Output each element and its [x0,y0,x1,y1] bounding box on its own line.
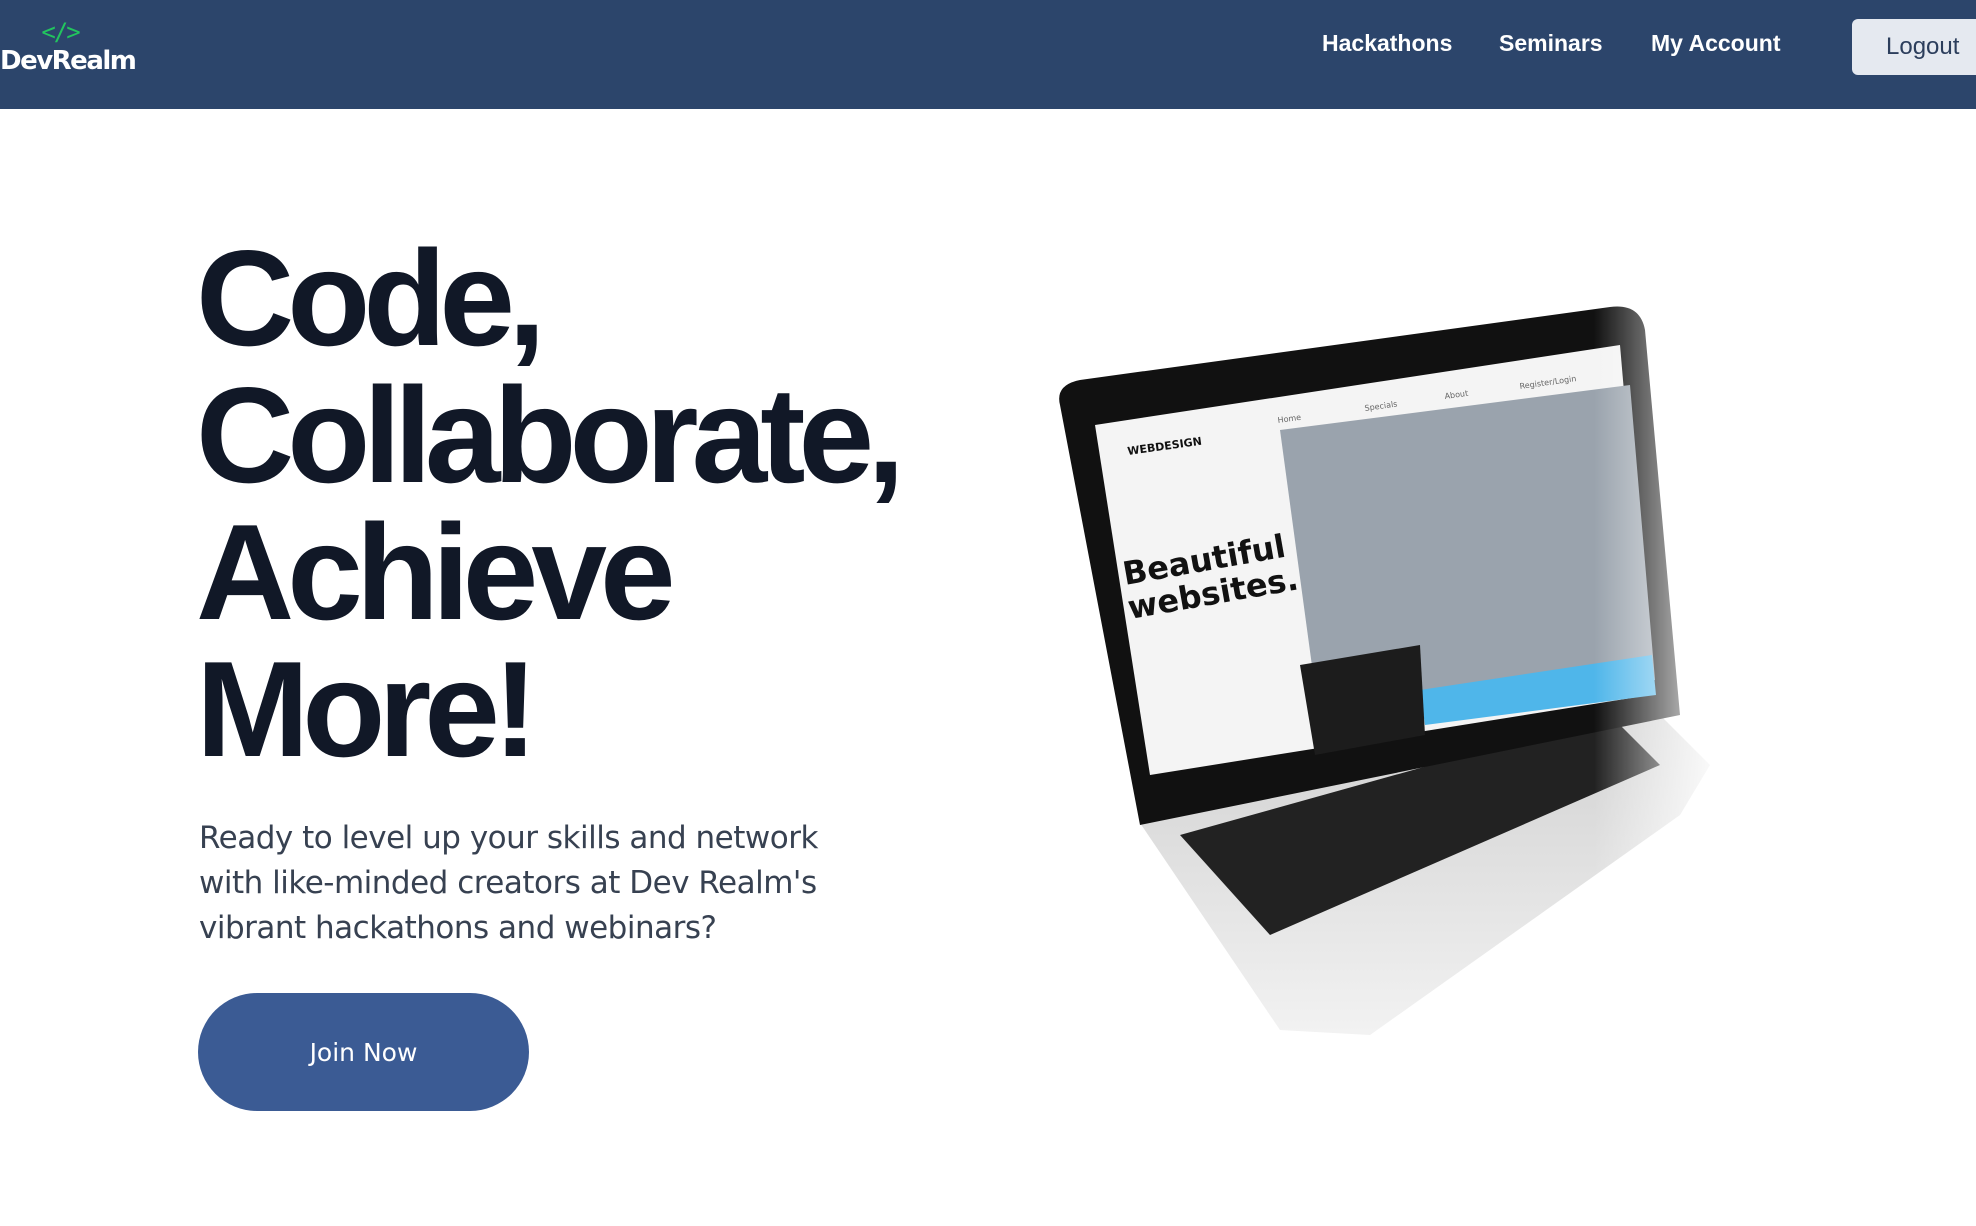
hero-lead: Ready to level up your skills and networ… [199,820,818,946]
code-icon: </> [41,18,80,46]
join-now-button[interactable]: Join Now [198,993,529,1111]
headline-line: Collaborate, [196,359,905,511]
hero-headline: Code, Collaborate, Achieve More! [196,222,905,785]
headline-line: More! [196,633,538,785]
laptop-illustration: WEBDESIGN Home Specials About Register/L… [1050,295,1730,1035]
logo-text: DevRealm [0,46,137,76]
top-nav: </> DevRealm Hackathons Seminars My Acco… [0,0,1976,109]
logout-button[interactable]: Logout [1852,19,1976,75]
nav-link-hackathons[interactable]: Hackathons [1322,30,1452,57]
headline-line: Code, [196,222,546,374]
headline-line: Achieve [196,496,676,648]
nav-link-my-account[interactable]: My Account [1651,30,1781,57]
logo[interactable]: </> DevRealm [0,18,137,76]
nav-link-seminars[interactable]: Seminars [1499,30,1603,57]
